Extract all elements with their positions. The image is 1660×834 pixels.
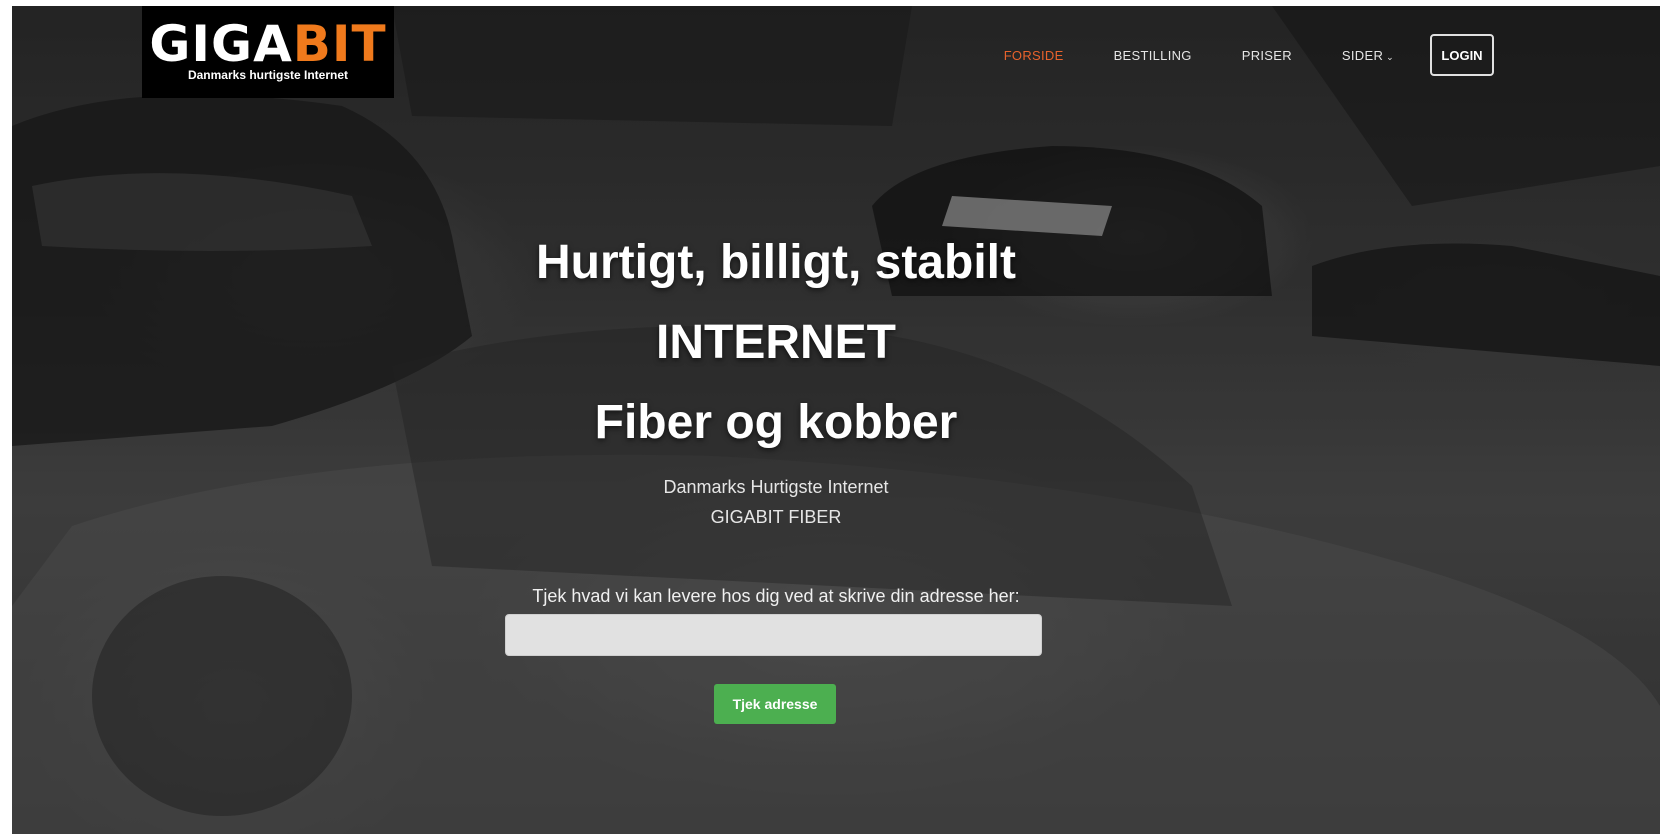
- hero-subtitle-2: GIGABIT FIBER: [710, 507, 842, 527]
- logo-part-bit: BIT: [292, 15, 387, 73]
- main-nav: FORSIDE BESTILLING PRISER SIDER ⌄ LOGIN: [954, 32, 1494, 78]
- check-address-button[interactable]: Tjek adresse: [714, 684, 836, 724]
- nav-item-priser[interactable]: PRISER: [1242, 48, 1292, 63]
- address-input[interactable]: [505, 614, 1042, 656]
- hero-background: GIGABIT Danmarks hurtigste Internet FORS…: [12, 6, 1660, 834]
- login-button[interactable]: LOGIN: [1430, 34, 1494, 76]
- logo-part-giga: GIGA: [149, 15, 293, 73]
- hero-heading-line3: Fiber og kobber: [594, 396, 958, 449]
- address-label: Tjek hvad vi kan levere hos dig ved at s…: [532, 586, 1020, 606]
- nav-item-sider[interactable]: SIDER ⌄: [1342, 48, 1394, 63]
- hero-heading-line1: Hurtigt, billigt, stabilt: [536, 236, 1016, 289]
- logo-text: GIGABIT: [142, 16, 394, 72]
- hero-subtitle-1: Danmarks Hurtigste Internet: [663, 477, 889, 497]
- nav-item-bestilling[interactable]: BESTILLING: [1114, 48, 1192, 63]
- hero-heading-line2: INTERNET: [656, 316, 896, 369]
- nav-item-forside[interactable]: FORSIDE: [1004, 48, 1064, 63]
- logo-tagline: Danmarks hurtigste Internet: [187, 68, 349, 82]
- site-logo[interactable]: GIGABIT Danmarks hurtigste Internet: [142, 6, 394, 98]
- nav-item-sider-label: SIDER: [1341, 47, 1384, 63]
- chevron-down-icon: ⌄: [1386, 51, 1394, 62]
